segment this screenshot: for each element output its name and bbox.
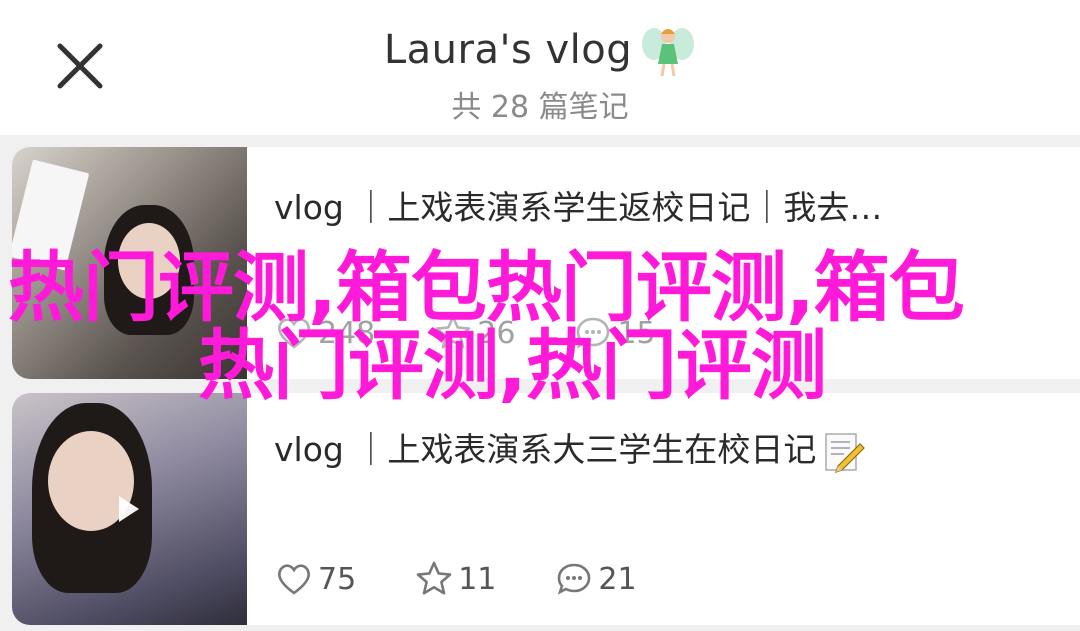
note-list: vlog ｜上戏表演系学生返校日记｜我去… 248 26 15 vlog ｜上戏… xyxy=(0,135,1080,631)
heart-icon xyxy=(278,318,310,349)
heart-icon xyxy=(278,564,310,595)
note-title[interactable]: vlog ｜上戏表演系学生返校日记｜我去… xyxy=(274,181,882,229)
like-count: 75 xyxy=(318,561,357,597)
note-thumbnail xyxy=(12,147,247,379)
note-count: 共 28 篇笔记 xyxy=(451,90,629,125)
like-button[interactable]: 248 xyxy=(274,313,375,353)
like-count: 248 xyxy=(318,315,376,351)
note-thumbnail xyxy=(12,393,247,625)
star-icon xyxy=(416,561,452,595)
note-stats: 248 26 15 xyxy=(274,313,714,353)
comment-count: 15 xyxy=(617,315,656,351)
play-icon[interactable] xyxy=(119,496,139,522)
fairy-icon xyxy=(642,28,695,77)
comment-button[interactable]: 21 xyxy=(554,559,637,599)
like-button[interactable]: 75 xyxy=(274,559,356,599)
note-title[interactable]: vlog ｜上戏表演系大三学生在校日记 xyxy=(274,423,866,474)
title-text: Laura's vlog xyxy=(383,27,633,73)
comment-icon xyxy=(577,317,610,349)
collect-button[interactable]: 11 xyxy=(414,559,496,599)
comment-button[interactable]: 15 xyxy=(573,313,656,353)
collect-count: 26 xyxy=(477,315,516,351)
collect-button[interactable]: 26 xyxy=(433,313,515,353)
collection-header: Laura's vlog 共 28 篇笔记 xyxy=(0,0,1080,135)
collect-count: 11 xyxy=(458,561,497,597)
note-card[interactable]: vlog ｜上戏表演系大三学生在校日记 75 11 21 xyxy=(12,393,1080,625)
comment-icon xyxy=(558,563,591,595)
comment-count: 21 xyxy=(598,561,637,597)
note-stats: 75 11 21 xyxy=(274,559,695,599)
memo-pencil-icon xyxy=(825,432,866,473)
note-card[interactable]: vlog ｜上戏表演系学生返校日记｜我去… 248 26 15 xyxy=(12,147,1080,379)
page-title: Laura's vlog xyxy=(384,22,696,78)
star-icon xyxy=(435,315,471,349)
